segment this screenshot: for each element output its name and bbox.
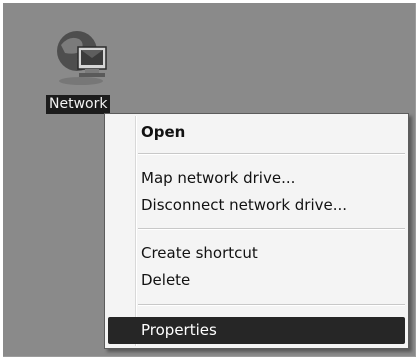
menu-item-delete[interactable]: Delete: [108, 267, 405, 294]
menu-item-create-shortcut[interactable]: Create shortcut: [108, 240, 405, 267]
menu-separator: [138, 153, 405, 155]
desktop-icon-network[interactable]: Network: [43, 21, 125, 121]
context-menu: Open Map network drive... Disconnect net…: [104, 113, 409, 349]
network-icon: [57, 31, 107, 85]
menu-separator: [138, 304, 405, 306]
menu-item-map-network-drive[interactable]: Map network drive...: [108, 165, 405, 192]
menu-item-properties[interactable]: Properties: [108, 317, 405, 344]
menu-gutter-divider: [135, 116, 137, 346]
menu-item-open[interactable]: Open: [108, 119, 405, 146]
desktop-icon-label: Network: [46, 95, 111, 114]
menu-item-disconnect-network-drive[interactable]: Disconnect network drive...: [108, 192, 405, 219]
desktop: Network Open Map network drive... Discon…: [3, 3, 416, 357]
menu-separator: [138, 228, 405, 230]
